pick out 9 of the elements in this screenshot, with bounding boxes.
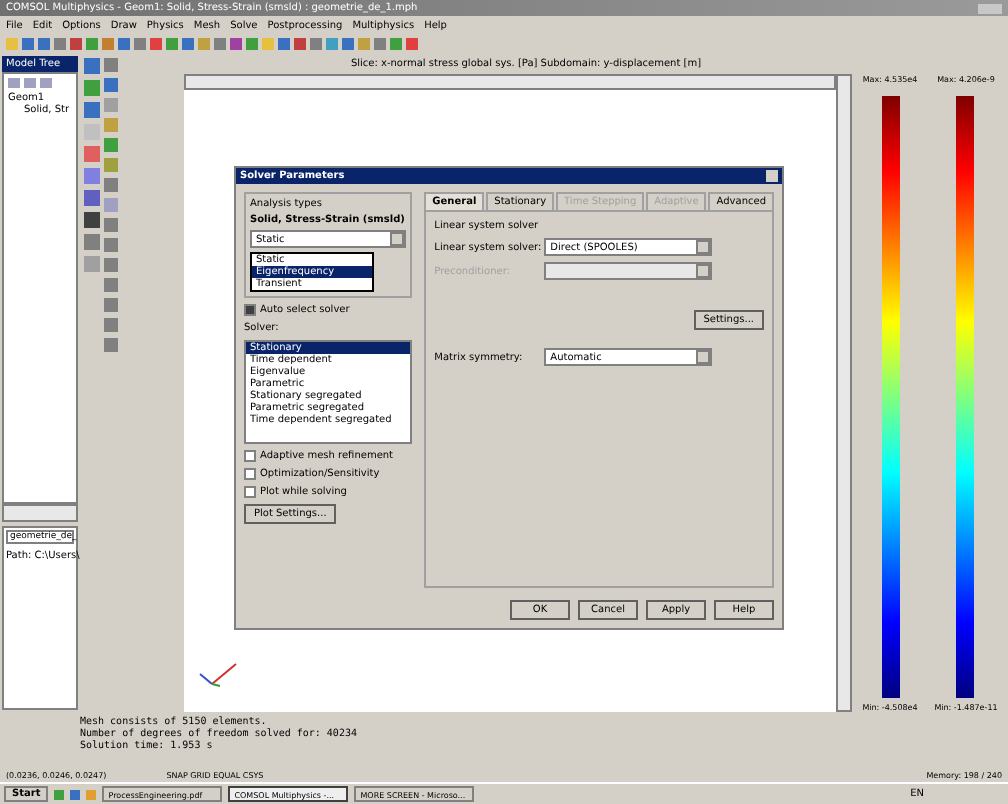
checkbox[interactable]: [244, 450, 256, 462]
solver-dropdown[interactable]: [544, 262, 713, 280]
checkbox[interactable]: [244, 486, 256, 498]
checkbox[interactable]: [244, 304, 256, 316]
axis-triad-icon: [196, 660, 240, 688]
checkbox[interactable]: [244, 468, 256, 480]
vertical-scrollbar[interactable]: [836, 74, 852, 712]
horizontal-scrollbar[interactable]: [2, 504, 78, 522]
horizontal-scrollbar[interactable]: [184, 74, 836, 90]
